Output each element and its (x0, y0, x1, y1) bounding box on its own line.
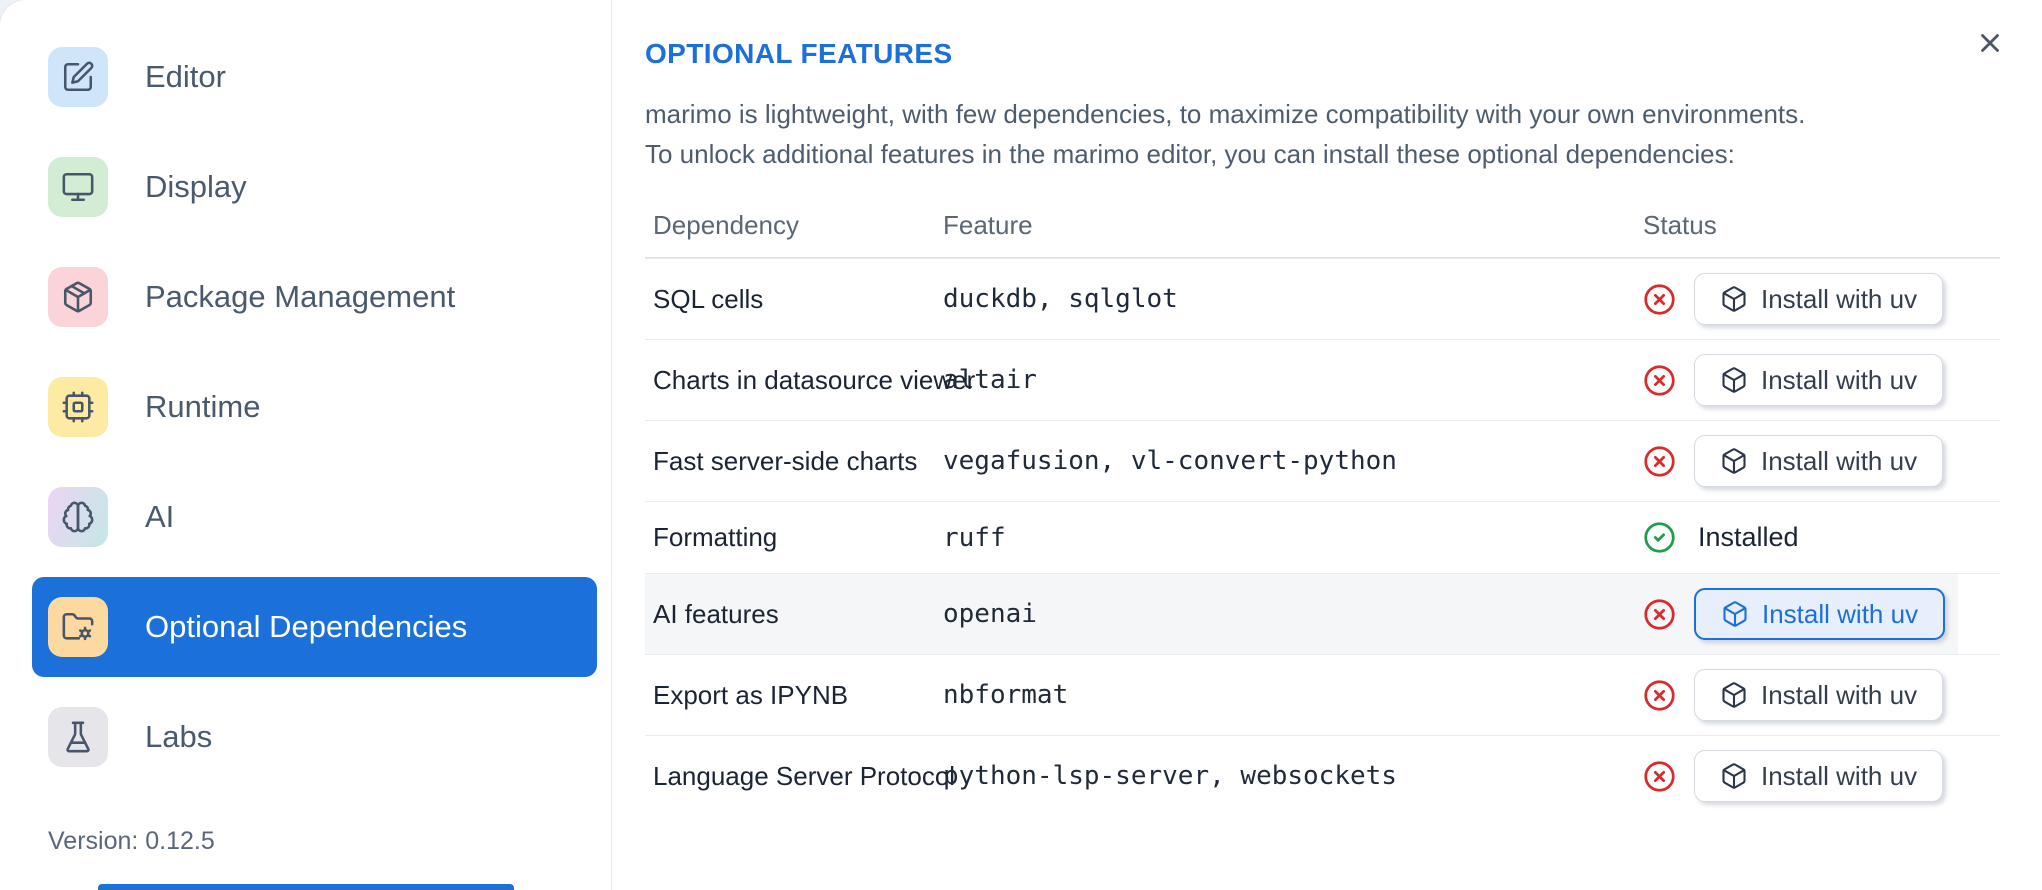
sidebar-item-label: Labs (145, 719, 213, 754)
dependencies-table: Dependency Feature Status SQL cells duck… (645, 200, 2000, 816)
sidebar-item-label: Display (145, 169, 247, 204)
not-installed-icon (1643, 445, 1676, 478)
table-row: AI features openai Install with uv (645, 573, 2000, 654)
sidebar-item-label: Editor (145, 59, 226, 94)
install-button-label: Install with uv (1761, 445, 1918, 476)
optional-features-panel: OPTIONAL FEATURES marimo is lightweight,… (612, 0, 2042, 890)
status-cell: Installed (1495, 502, 2000, 573)
brain-icon (48, 487, 108, 547)
package-box-icon (1720, 366, 1748, 394)
install-button-label: Install with uv (1762, 598, 1919, 629)
sidebar-item-ai[interactable]: AI (32, 467, 597, 567)
column-header-dependency: Dependency (653, 210, 799, 240)
package-box-icon (1720, 447, 1748, 475)
install-with-uv-button[interactable]: Install with uv (1694, 354, 1944, 406)
sidebar-bottom-highlight (98, 884, 514, 890)
install-with-uv-button[interactable]: Install with uv (1694, 750, 1944, 802)
status-cell: Install with uv (1495, 421, 2000, 501)
install-button-label: Install with uv (1761, 679, 1918, 710)
package-box-icon (1720, 762, 1748, 790)
column-header-feature: Feature (943, 210, 1033, 240)
feature-cell: vegafusion, vl-convert-python (943, 446, 1397, 476)
status-cell: Install with uv (1495, 259, 2000, 339)
feature-cell: python-lsp-server, websockets (943, 761, 1397, 791)
description-line: marimo is lightweight, with few dependen… (645, 99, 1806, 129)
install-with-uv-button[interactable]: Install with uv (1694, 669, 1944, 721)
table-row: Charts in datasource viewer altair Insta… (645, 339, 2000, 420)
dependency-cell: AI features (653, 598, 779, 629)
sidebar-item-optional-dependencies[interactable]: Optional Dependencies (32, 577, 597, 677)
table-row: Fast server-side charts vegafusion, vl-c… (645, 420, 2000, 501)
install-with-uv-button[interactable]: Install with uv (1694, 273, 1944, 325)
status-cell: Install with uv (1495, 574, 2000, 654)
package-icon (48, 267, 108, 327)
sidebar-item-label: Runtime (145, 389, 261, 424)
not-installed-icon (1643, 364, 1676, 397)
sidebar-item-labs[interactable]: Labs (32, 687, 597, 787)
table-row: Export as IPYNB nbformat Install with uv (645, 654, 2000, 735)
install-with-uv-button[interactable]: Install with uv (1694, 588, 1946, 640)
dependency-cell: Formatting (653, 522, 778, 552)
sidebar-item-label: AI (145, 499, 175, 534)
table-row: SQL cells duckdb, sqlglot Install with u… (645, 258, 2000, 339)
settings-dialog: Editor Display Package Management Runtim… (0, 0, 2042, 890)
sidebar-item-package-management[interactable]: Package Management (32, 247, 597, 347)
sidebar-item-label: Optional Dependencies (145, 609, 468, 644)
sidebar-item-label: Package Management (145, 279, 456, 314)
monitor-icon (48, 157, 108, 217)
feature-cell: openai (943, 599, 1037, 629)
table-header-row: Dependency Feature Status (645, 200, 2000, 258)
feature-cell: ruff (943, 522, 1006, 553)
install-button-label: Install with uv (1761, 283, 1918, 314)
package-box-icon (1720, 285, 1748, 313)
installed-check-icon (1643, 521, 1676, 554)
dependency-cell: Language Server Protocol (653, 760, 956, 791)
close-icon (1975, 28, 2005, 61)
page-title: OPTIONAL FEATURES (645, 38, 953, 69)
package-box-icon (1720, 681, 1748, 709)
not-installed-icon (1643, 598, 1676, 631)
package-box-icon (1721, 600, 1749, 628)
settings-sidebar: Editor Display Package Management Runtim… (0, 0, 612, 890)
dependency-cell: Charts in datasource viewer (653, 364, 976, 395)
description: marimo is lightweight, with few dependen… (645, 94, 2000, 174)
not-installed-icon (1643, 760, 1676, 793)
square-pen-icon (48, 47, 108, 107)
not-installed-icon (1643, 283, 1676, 316)
sidebar-item-editor[interactable]: Editor (32, 27, 597, 127)
close-button[interactable] (1970, 24, 2010, 64)
folder-cog-icon (48, 597, 108, 657)
flask-icon (48, 707, 108, 767)
feature-cell: altair (943, 365, 1037, 395)
status-cell: Install with uv (1495, 655, 2000, 735)
install-with-uv-button[interactable]: Install with uv (1694, 435, 1944, 487)
sidebar-item-display[interactable]: Display (32, 137, 597, 237)
version-label: Version: 0.12.5 (48, 827, 215, 855)
dependency-cell: Export as IPYNB (653, 679, 849, 710)
description-line: To unlock additional features in the mar… (645, 139, 1735, 169)
installed-label: Installed (1698, 522, 1799, 552)
dependency-cell: SQL cells (653, 283, 764, 314)
table-row: Formatting ruff Installed (645, 501, 2000, 573)
dependency-cell: Fast server-side charts (653, 445, 918, 476)
feature-cell: duckdb, sqlglot (943, 284, 1178, 314)
install-button-label: Install with uv (1761, 760, 1918, 791)
not-installed-icon (1643, 679, 1676, 712)
status-cell: Install with uv (1495, 340, 2000, 420)
status-cell: Install with uv (1495, 736, 2000, 816)
install-button-label: Install with uv (1761, 364, 1918, 395)
column-header-status: Status (1643, 210, 1717, 240)
cpu-icon (48, 377, 108, 437)
sidebar-item-runtime[interactable]: Runtime (32, 357, 597, 457)
table-row: Language Server Protocol python-lsp-serv… (645, 735, 2000, 816)
feature-cell: nbformat (943, 680, 1069, 710)
